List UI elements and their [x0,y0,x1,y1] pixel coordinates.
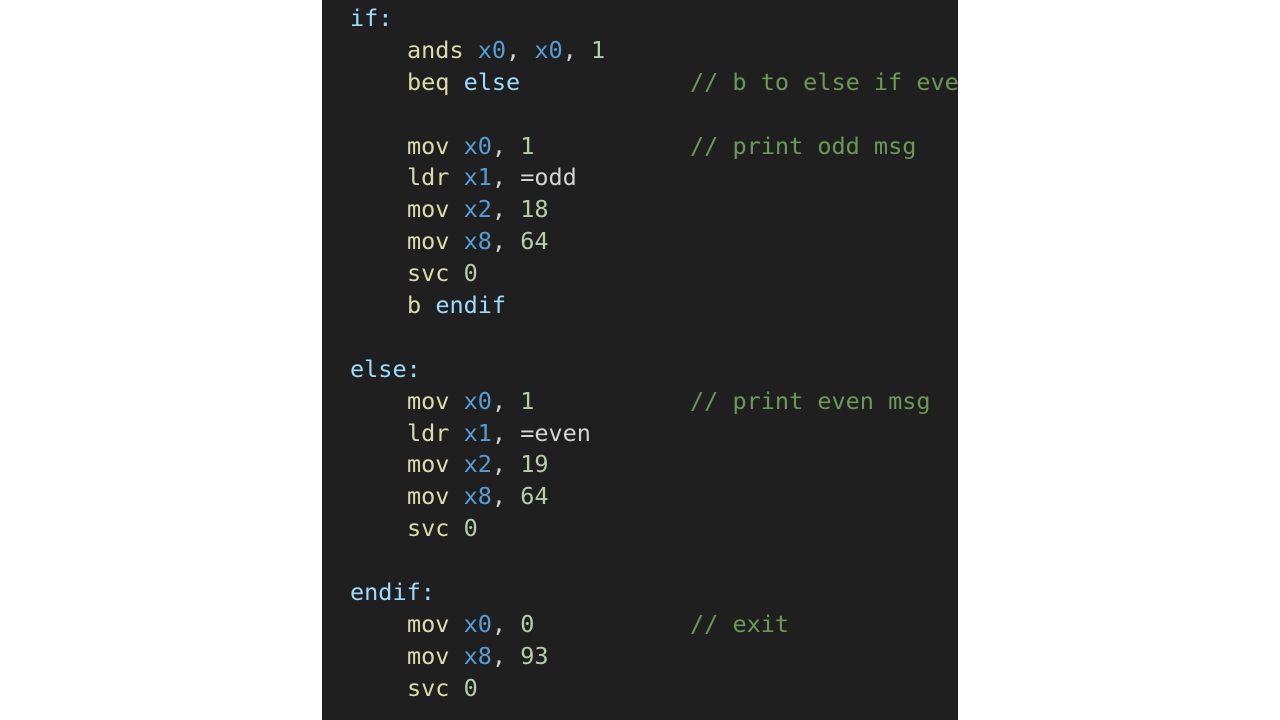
code-line: endif: [350,577,958,609]
code-operand: =odd [520,163,577,192]
code-comma: , [491,131,521,160]
code-instruction: mov [407,641,450,670]
code-line: mov x0, 0 // exit [350,609,958,641]
code-operand: x1 [463,163,492,192]
code-line: mov x2, 19 [350,449,958,481]
code-comma: , [506,35,535,64]
code-operand: 19 [520,450,549,479]
code-instruction: ldr [407,163,450,192]
code-instruction: mov [407,609,450,638]
code-comma: , [491,418,521,447]
code-operand: x0 [463,386,492,415]
code-operand: 1 [520,131,535,160]
code-editor-panel: if: ands x0, x0, 1 beq else // b to else i… [322,0,958,720]
assembly-code-block: if: ands x0, x0, 1 beq else // b to else i… [350,3,958,705]
code-branch-target: endif [435,291,507,320]
code-comma: , [562,35,591,64]
code-comma: , [491,227,521,256]
code-instruction: mov [407,131,450,160]
code-line: else: [350,354,958,386]
code-line: mov x8, 64 [350,226,958,258]
code-instruction: b [407,291,422,320]
code-operand: x0 [534,35,563,64]
code-comma: , [491,609,521,638]
code-comment: // exit [690,609,790,638]
code-operand: 0 [463,673,478,702]
code-line: mov x0, 1 // print odd msg [350,131,958,163]
code-operand: x2 [463,450,492,479]
code-operand: 64 [520,227,549,256]
code-instruction: svc [407,673,450,702]
code-instruction: mov [407,482,450,511]
code-operand: x1 [463,418,492,447]
code-operand: 0 [463,514,478,543]
code-line: ands x0, x0, 1 [350,35,958,67]
code-operand: =even [520,418,591,447]
code-instruction: ldr [407,418,450,447]
code-comma: , [491,482,521,511]
code-operand: x0 [463,131,492,160]
code-instruction: ands [407,35,464,64]
code-label: if: [350,4,393,32]
code-line: svc 0 [350,673,958,705]
code-label: endif: [350,578,435,607]
code-line: mov x8, 64 [350,481,958,513]
code-comma: , [491,195,521,224]
code-instruction: svc [407,514,450,543]
code-operand: x0 [463,609,492,638]
code-line: mov x2, 18 [350,194,958,226]
code-operand: x8 [463,227,492,256]
code-line: if: [350,3,958,35]
code-operand: 64 [520,482,549,511]
code-line: b endif [350,290,958,322]
code-instruction: mov [407,227,450,256]
code-operand: 0 [463,259,478,288]
code-line: svc 0 [350,258,958,290]
code-line: ldr x1, =even [350,418,958,450]
code-operand: 1 [520,386,535,415]
code-line: mov x8, 93 [350,641,958,673]
code-comma: , [491,163,521,192]
code-branch-target: else [463,67,521,96]
code-instruction: mov [407,195,450,224]
code-line: svc 0 [350,513,958,545]
code-instruction: beq [407,67,450,96]
code-line: mov x0, 1 // print even msg [350,386,958,418]
code-instruction: mov [407,386,450,415]
code-comma: , [491,386,521,415]
code-comma: , [491,450,521,479]
code-operand: x2 [463,195,492,224]
code-operand: 0 [520,609,535,638]
code-label: else: [350,354,421,383]
code-line: ldr x1, =odd [350,162,958,194]
code-comma: , [491,641,521,670]
code-operand: 93 [520,641,549,670]
code-operand: x0 [477,35,507,64]
code-operand: x8 [463,482,492,511]
code-comment: // print odd msg [690,131,917,160]
code-comment: // b to else if even [689,67,958,96]
code-operand: x8 [463,641,492,670]
code-operand: 1 [590,35,606,64]
code-instruction: mov [407,450,450,479]
code-comment: // print even msg [690,386,931,415]
code-line: beq else // b to else if even [350,67,958,99]
code-operand: 18 [520,195,549,224]
code-instruction: svc [407,259,450,288]
